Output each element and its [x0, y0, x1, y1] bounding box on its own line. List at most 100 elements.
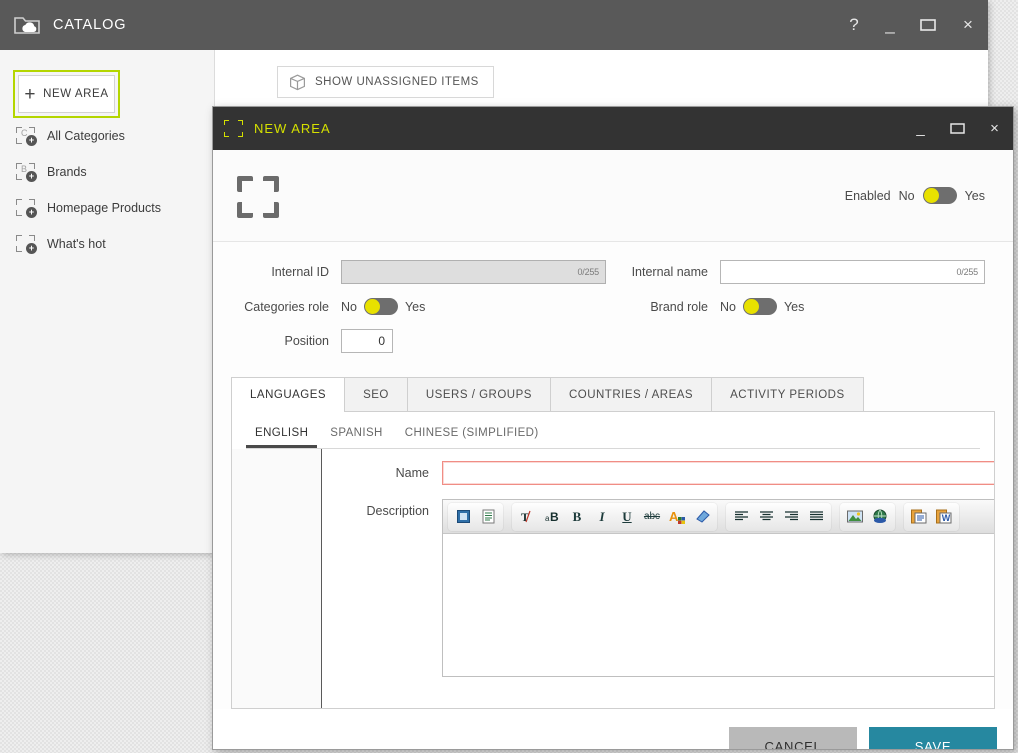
sidebar-item-homepage-products[interactable]: + Homepage Products [0, 190, 214, 226]
insert-image-icon[interactable] [843, 504, 867, 530]
close-button[interactable]: × [948, 0, 988, 50]
sidebar: + NEW AREA C + All Categories B + Brands… [0, 50, 215, 553]
svg-text:W: W [942, 513, 951, 523]
box-icon [289, 74, 306, 91]
categories-role-toggle[interactable] [363, 298, 398, 315]
dialog-titlebar: NEW AREA _ × [213, 107, 1013, 150]
languages-tab-panel: ENGLISH SPANISH CHINESE (SIMPLIFIED) Nam… [231, 412, 995, 709]
dialog-tabs-wrapper: LANGUAGES SEO USERS / GROUPS COUNTRIES /… [231, 377, 995, 709]
text-color-icon[interactable]: A [665, 504, 689, 530]
maximize-button[interactable] [908, 0, 948, 50]
source-icon[interactable] [451, 504, 475, 530]
editor-toolbar: T aB B I U abc A W [443, 500, 994, 534]
enabled-label: Enabled [844, 188, 891, 203]
sidebar-item-whats-hot[interactable]: + What's hot [0, 226, 214, 262]
dialog-title: NEW AREA [254, 121, 331, 136]
svg-text:A: A [669, 509, 679, 524]
sidebar-item-label: What's hot [47, 237, 106, 251]
description-editor: T aB B I U abc A W [442, 499, 994, 677]
italic-icon[interactable]: I [590, 504, 614, 530]
internal-id-counter: 0/255 [577, 267, 599, 277]
tab-languages[interactable]: LANGUAGES [231, 377, 346, 412]
language-tab-chinese[interactable]: CHINESE (SIMPLIFIED) [396, 423, 548, 448]
folder-cloud-icon [14, 14, 40, 36]
name-input[interactable]: 0/255 [442, 461, 994, 485]
tab-activity-periods[interactable]: ACTIVITY PERIODS [711, 377, 864, 411]
align-right-icon[interactable] [779, 504, 803, 530]
dialog-body: Enabled No Yes Internal ID 0/255 Interna… [213, 150, 1013, 749]
plus-icon: + [24, 83, 37, 105]
tab-users-groups[interactable]: USERS / GROUPS [406, 377, 551, 411]
internal-name-input[interactable]: 0/255 [720, 260, 985, 284]
editor-group-text: T aB B I U abc A [512, 502, 717, 531]
show-unassigned-items-label: SHOW UNASSIGNED ITEMS [315, 76, 479, 88]
tab-seo[interactable]: SEO [344, 377, 408, 411]
description-label: Description [366, 504, 429, 518]
area-add-icon: + [15, 234, 37, 254]
save-button[interactable]: SAVE [869, 727, 997, 749]
language-content: Name 0/255 Description [232, 449, 994, 708]
main-titlebar: CATALOG ? _ × [0, 0, 988, 50]
insert-link-icon[interactable] [868, 504, 892, 530]
description-field-row: Description T a B B I U abc A W [322, 499, 994, 677]
sidebar-item-all-categories[interactable]: C + All Categories [0, 118, 214, 154]
new-area-button-label: NEW AREA [43, 88, 109, 100]
page-title: CATALOG [53, 17, 127, 33]
dialog-tabstrip: LANGUAGES SEO USERS / GROUPS COUNTRIES /… [231, 377, 995, 412]
brand-role-label: Brand role [650, 299, 708, 314]
dialog-close-button[interactable]: × [976, 107, 1013, 150]
eraser-icon[interactable] [690, 504, 714, 530]
area-add-icon: B + [15, 162, 37, 182]
internal-name-counter: 0/255 [956, 267, 978, 277]
area-icon-large [231, 168, 287, 224]
tab-countries-areas[interactable]: COUNTRIES / AREAS [549, 377, 713, 411]
language-subtabs: ENGLISH SPANISH CHINESE (SIMPLIFIED) [232, 412, 994, 456]
sidebar-item-brands[interactable]: B + Brands [0, 154, 214, 190]
enabled-off-label: No [898, 188, 915, 203]
paste-icon[interactable] [907, 504, 931, 530]
new-area-dialog: NEW AREA _ × Enabled No Yes Internal ID … [212, 106, 1014, 750]
editor-group-paste: W [904, 502, 959, 531]
dialog-minimize-button[interactable]: _ [902, 107, 939, 150]
dialog-form-grid: Internal ID 0/255 Internal name 0/255 Ca… [213, 242, 1013, 353]
enabled-toggle[interactable] [922, 187, 957, 204]
brand-role-toggle-group: No Yes [720, 298, 985, 315]
dialog-maximize-button[interactable] [939, 107, 976, 150]
position-input[interactable]: 0 [341, 329, 393, 353]
brand-role-off-label: No [720, 299, 736, 314]
main-window-controls: ? _ × [836, 0, 988, 50]
enabled-toggle-group: Enabled No Yes [845, 187, 985, 204]
language-fields-area: Name 0/255 Description [322, 449, 994, 708]
align-left-icon[interactable] [729, 504, 753, 530]
strikethrough-icon[interactable]: abc [640, 504, 664, 530]
area-add-icon: + [15, 198, 37, 218]
name-field-row: Name 0/255 [322, 461, 994, 485]
bold-icon[interactable]: B [565, 504, 589, 530]
cancel-button[interactable]: CANCEL [729, 727, 857, 749]
justify-icon[interactable] [804, 504, 828, 530]
underline-icon[interactable]: U [615, 504, 639, 530]
show-unassigned-items-button[interactable]: SHOW UNASSIGNED ITEMS [277, 66, 494, 98]
sidebar-item-label: All Categories [47, 129, 125, 143]
help-button[interactable]: ? [836, 0, 872, 50]
language-tab-spanish[interactable]: SPANISH [321, 423, 391, 448]
brand-role-toggle[interactable] [742, 298, 777, 315]
templates-icon[interactable] [476, 504, 500, 530]
minimize-button[interactable]: _ [872, 0, 908, 50]
language-tab-english[interactable]: ENGLISH [246, 423, 318, 456]
categories-role-on-label: Yes [404, 299, 426, 314]
paste-from-word-icon[interactable]: W [932, 504, 956, 530]
new-area-button[interactable]: + NEW AREA [18, 75, 115, 113]
position-label: Position [284, 334, 329, 348]
editor-group-align [726, 502, 831, 531]
small-caps-icon[interactable]: aB [540, 504, 564, 530]
internal-id-input[interactable]: 0/255 [341, 260, 606, 284]
area-icon [224, 120, 243, 137]
align-center-icon[interactable] [754, 504, 778, 530]
editor-group-document [448, 502, 503, 531]
new-area-button-highlight: + NEW AREA [13, 70, 120, 118]
sidebar-item-label: Homepage Products [47, 201, 161, 215]
remove-format-icon[interactable]: T [515, 504, 539, 530]
description-editor-body[interactable] [443, 534, 994, 676]
enabled-on-label: Yes [964, 188, 985, 203]
